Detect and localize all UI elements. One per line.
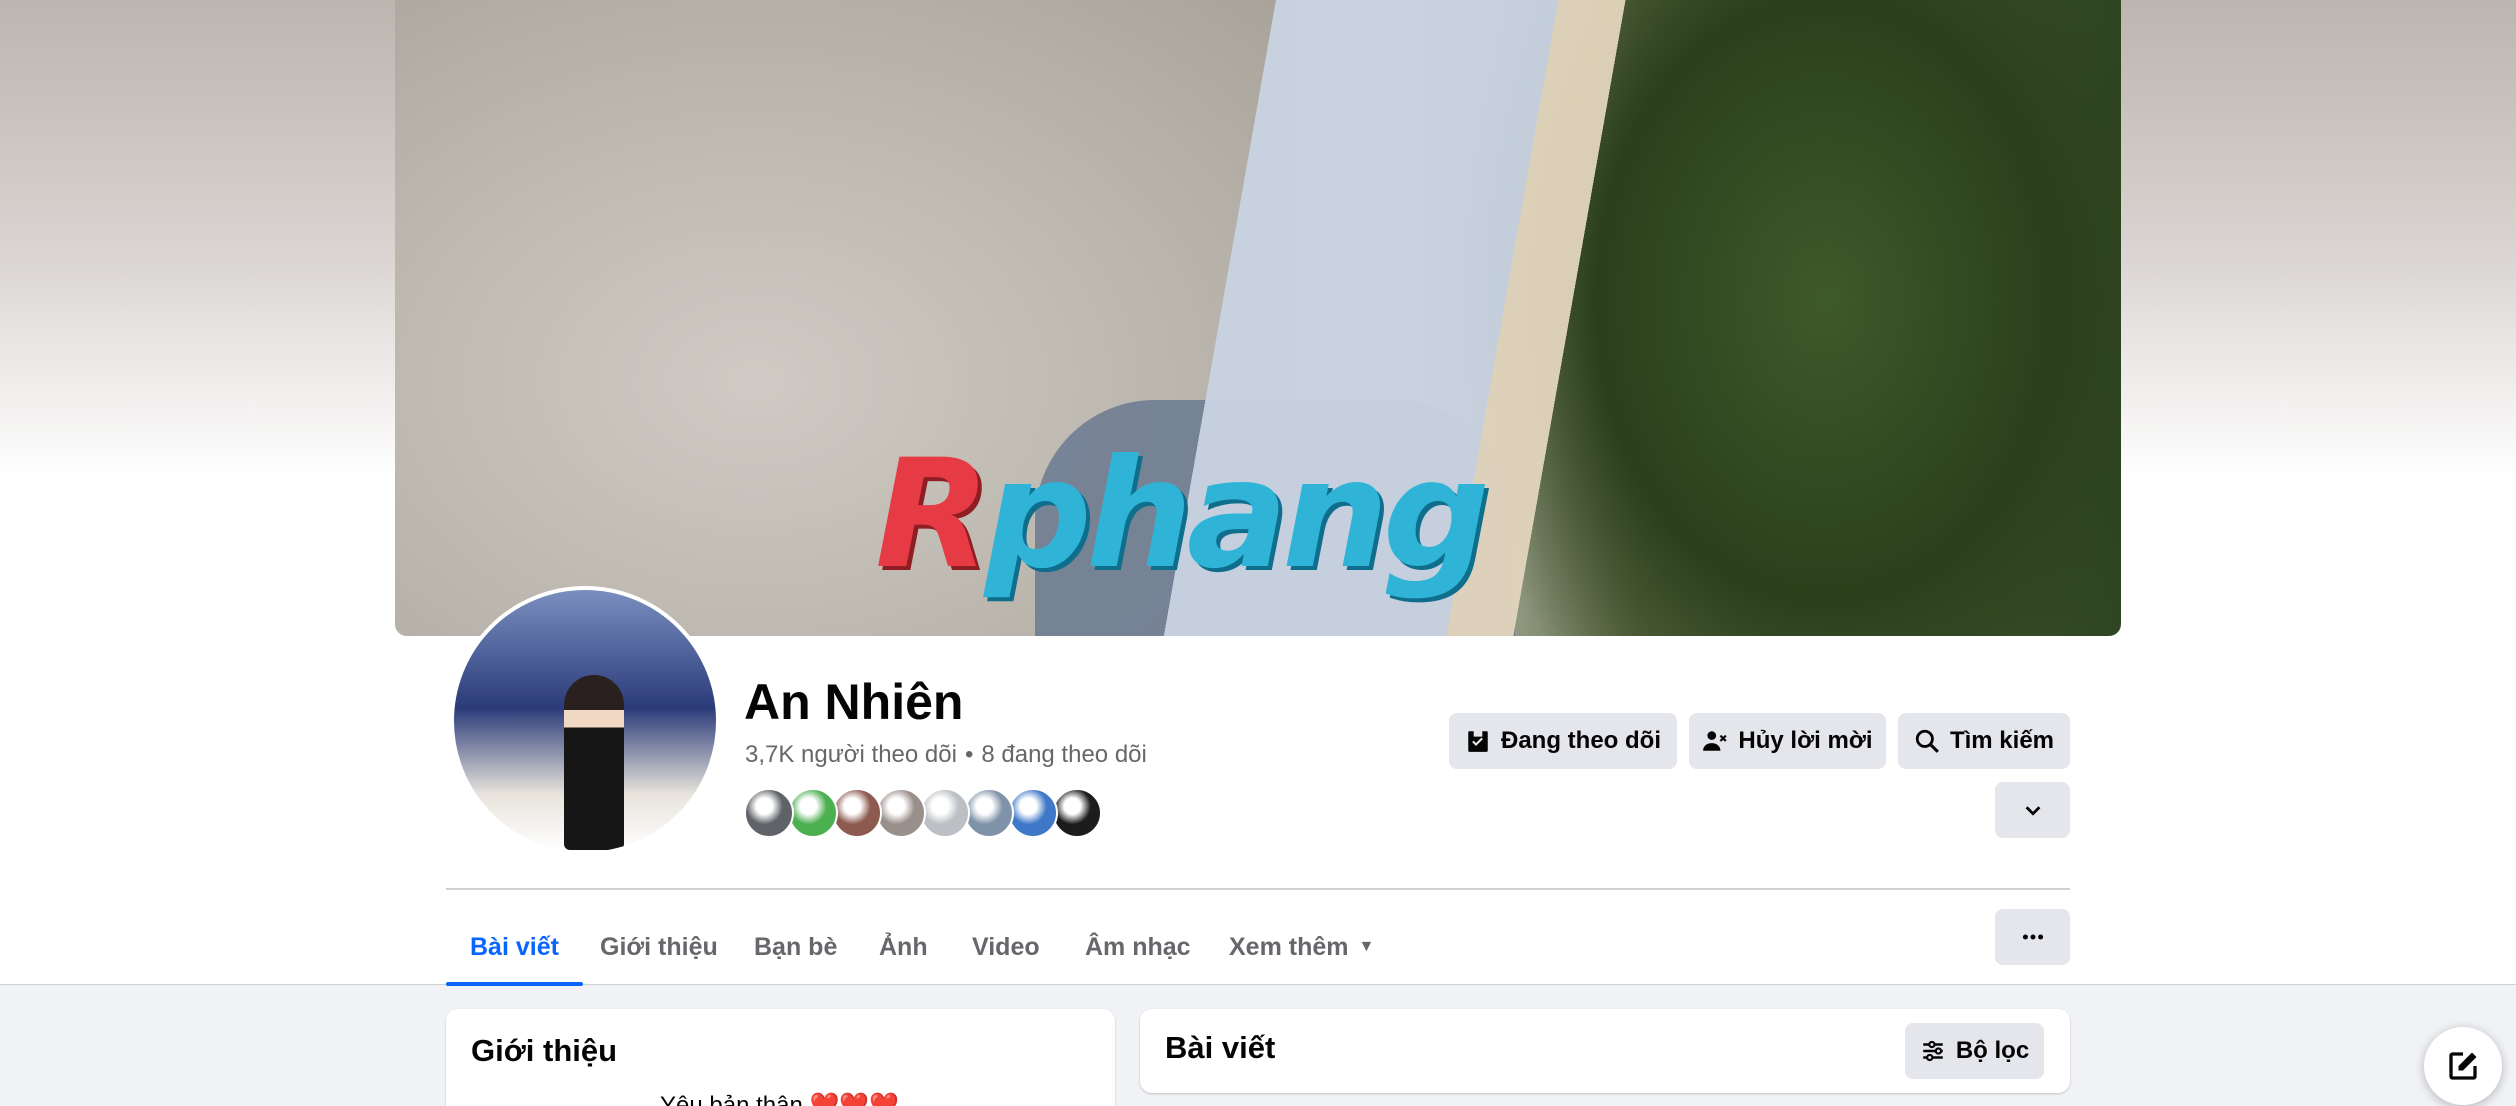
more-options-dropdown[interactable] <box>1995 782 2070 838</box>
caret-down-icon: ▼ <box>1358 938 1375 955</box>
friend-avatar[interactable] <box>832 788 882 838</box>
watermark-first: R <box>875 428 990 602</box>
avatar-figure <box>564 675 624 850</box>
tab-photos[interactable]: Ảnh <box>855 908 952 986</box>
following-label: Đang theo dõi <box>1501 727 1661 754</box>
search-icon <box>1915 729 1939 753</box>
tab-video-label: Video <box>972 932 1040 961</box>
tab-music[interactable]: Âm nhạc <box>1061 908 1215 986</box>
watermark-rest: phang <box>984 428 1491 602</box>
user-x-icon <box>1703 731 1728 751</box>
tabs-divider <box>446 888 2070 890</box>
tab-see-more-label: Xem thêm <box>1229 932 1349 961</box>
tab-posts-label: Bài viết <box>470 932 559 961</box>
friend-avatar[interactable] <box>876 788 926 838</box>
cancel-request-label: Hủy lời mời <box>1738 727 1873 754</box>
friend-avatar[interactable] <box>1008 788 1058 838</box>
cover-photo[interactable]: Rphang <box>395 0 2121 636</box>
tab-video[interactable]: Video <box>948 908 1064 986</box>
profile-stats: 3,7K người theo dõi • 8 đang theo dõi <box>745 740 1147 770</box>
stats-separator: • <box>964 741 974 768</box>
tab-posts[interactable]: Bài viết <box>446 908 583 986</box>
tab-friends[interactable]: Bạn bè <box>730 908 861 986</box>
intro-title: Giới thiệu <box>471 1033 618 1068</box>
posts-title: Bài viết <box>1165 1030 1276 1065</box>
chevron-down-icon <box>2025 806 2040 816</box>
tab-about-label: Giới thiệu <box>600 932 718 961</box>
friend-avatars <box>744 788 1102 838</box>
tab-about[interactable]: Giới thiệu <box>576 908 742 986</box>
friend-avatar[interactable] <box>788 788 838 838</box>
compose-icon <box>2449 1052 2477 1080</box>
tab-see-more[interactable]: Xem thêm ▼ <box>1205 908 1398 986</box>
following-count[interactable]: 8 đang theo dõi <box>981 740 1146 770</box>
followers-count[interactable]: 3,7K người theo dõi <box>745 740 957 770</box>
sliders-icon <box>1923 1040 1943 1062</box>
filter-button[interactable]: Bộ lọc <box>1905 1023 2044 1079</box>
search-label: Tìm kiếm <box>1949 727 2055 754</box>
tab-friends-label: Bạn bè <box>754 932 838 961</box>
bookmark-check-icon <box>1468 731 1488 752</box>
search-button[interactable]: Tìm kiếm <box>1898 713 2070 769</box>
friend-avatar[interactable] <box>964 788 1014 838</box>
more-horizontal-icon <box>2022 934 2043 940</box>
filter-label: Bộ lọc <box>1955 1037 2030 1064</box>
friend-avatar[interactable] <box>1052 788 1102 838</box>
intro-bio: Yêu bản thân ❤️❤️❤️ <box>660 1092 900 1106</box>
cancel-request-button[interactable]: Hủy lời mời <box>1689 713 1886 769</box>
friend-avatar[interactable] <box>744 788 794 838</box>
following-button[interactable]: Đang theo dõi <box>1449 713 1677 769</box>
tab-photos-label: Ảnh <box>879 932 928 961</box>
friend-avatar[interactable] <box>920 788 970 838</box>
tab-music-label: Âm nhạc <box>1085 932 1191 961</box>
tab-options-button[interactable] <box>1995 909 2070 965</box>
profile-name: An Nhiên <box>744 674 964 730</box>
posts-card: Bài viết Bộ lọc <box>1140 1009 2070 1093</box>
profile-avatar[interactable] <box>450 586 720 856</box>
compose-button[interactable] <box>2424 1027 2502 1105</box>
cover-watermark: Rphang <box>875 440 1490 590</box>
